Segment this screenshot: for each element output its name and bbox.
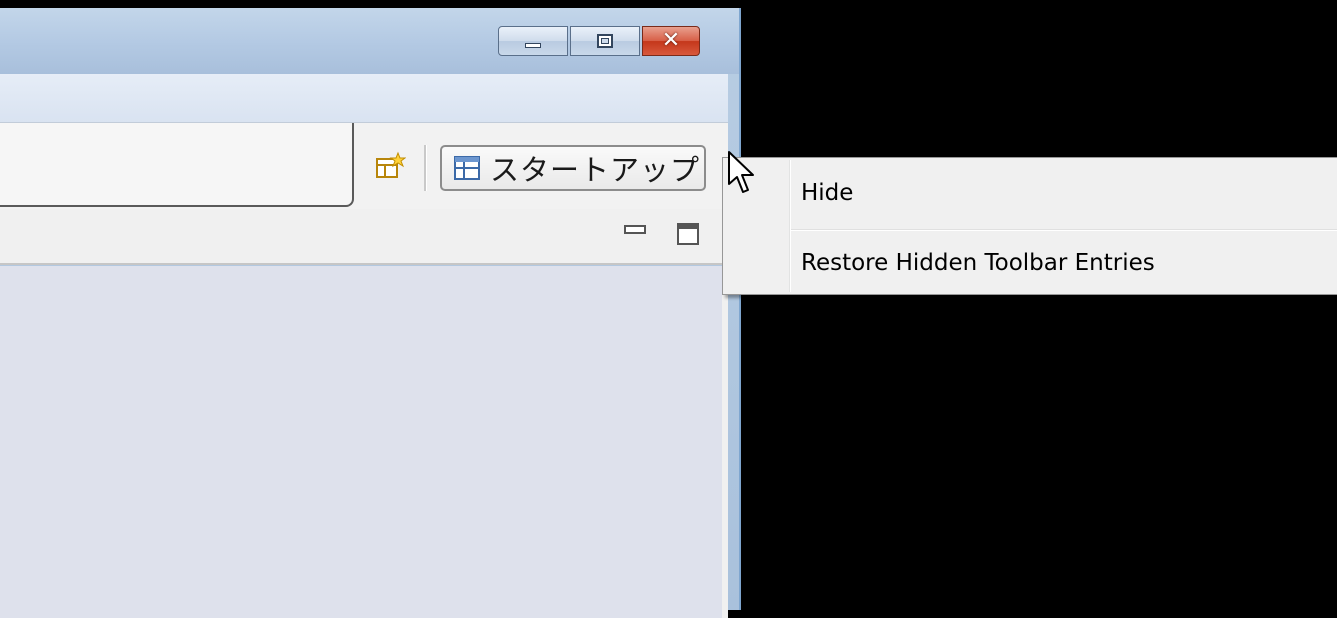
toolbar-separator [424, 145, 427, 191]
maximize-icon [597, 34, 613, 48]
close-icon: ✕ [661, 28, 681, 53]
menu-item-label: Restore Hidden Toolbar Entries [801, 250, 1155, 276]
context-menu: Hide Restore Hidden Toolbar Entries [722, 157, 1337, 295]
eclipse-window: ✕ スタートアップ [0, 8, 741, 618]
toolbar-area [0, 123, 354, 207]
window-titlebar[interactable]: ✕ [0, 8, 739, 74]
perspective-icon [454, 156, 480, 180]
view-header [0, 209, 728, 265]
perspective-button-startup[interactable]: スタートアップ [440, 145, 706, 191]
menu-separator [791, 229, 1337, 231]
menu-bar [0, 74, 728, 123]
window-controls: ✕ [498, 26, 702, 56]
maximize-button[interactable] [570, 26, 640, 56]
close-button[interactable]: ✕ [642, 26, 700, 56]
view-body [0, 266, 728, 618]
minimize-button[interactable] [498, 26, 568, 56]
open-perspective-icon[interactable] [374, 151, 406, 183]
menu-item-restore-hidden-toolbar-entries[interactable]: Restore Hidden Toolbar Entries [723, 233, 1337, 293]
minimize-icon [525, 42, 541, 48]
view-minimize-icon[interactable] [624, 225, 646, 234]
view-maximize-icon[interactable] [677, 223, 699, 245]
main-toolbar: スタートアップ [0, 123, 728, 210]
menu-item-hide[interactable]: Hide [723, 163, 1337, 223]
perspective-label: スタートアップ [490, 153, 701, 187]
menu-item-label: Hide [801, 180, 854, 206]
mouse-pointer-icon [728, 151, 754, 193]
